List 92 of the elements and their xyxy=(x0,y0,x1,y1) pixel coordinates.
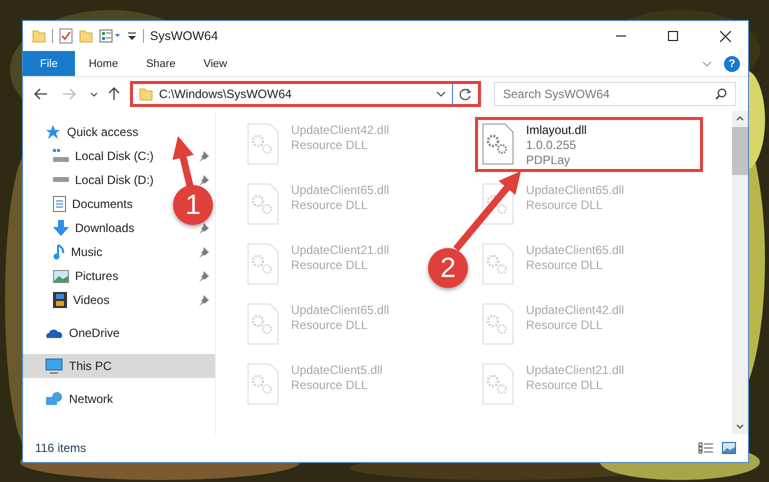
close-icon[interactable] xyxy=(720,30,731,42)
gear-file-icon xyxy=(482,243,514,285)
gear-file-icon xyxy=(247,363,279,405)
nav-label: Quick access xyxy=(67,125,138,139)
customize-dropdown-icon[interactable] xyxy=(127,31,137,41)
file-name: UpdateClient21.dll xyxy=(526,363,624,377)
gear-file-icon xyxy=(247,123,279,165)
file-item[interactable]: Imlayout.dll 1.0.0.255 PDPLay xyxy=(475,117,703,172)
recent-dropdown-icon[interactable] xyxy=(90,92,98,96)
music-note-icon xyxy=(53,244,65,260)
ribbon-tab[interactable]: Home xyxy=(74,51,132,76)
item-count: 116 items xyxy=(35,441,86,455)
gear-file-icon xyxy=(482,123,514,165)
cloud-icon xyxy=(45,327,63,339)
nav-label: Music xyxy=(71,245,102,259)
network-icon xyxy=(45,391,63,407)
folder-icon xyxy=(139,87,153,101)
nav-item[interactable]: Pictures xyxy=(23,264,215,288)
expand-ribbon-icon[interactable] xyxy=(702,60,712,66)
file-detail: Resource DLL xyxy=(291,198,369,212)
nav-item[interactable]: Quick access xyxy=(23,120,215,144)
file-detail: Resource DLL xyxy=(291,378,369,392)
nav-label: Documents xyxy=(72,197,133,211)
refresh-icon[interactable] xyxy=(459,88,472,100)
nav-label: Videos xyxy=(73,293,110,307)
nav-label: Local Disk (D:) xyxy=(75,173,154,187)
file-name: UpdateClient42.dll xyxy=(291,123,390,137)
chevron-down-icon[interactable] xyxy=(436,91,446,97)
scrollbar[interactable] xyxy=(732,111,748,434)
file-name: UpdateClient65.dll xyxy=(291,183,390,197)
file-detail: 1.0.0.255 xyxy=(526,138,578,152)
file-detail: Resource DLL xyxy=(526,318,604,332)
help-button[interactable]: ? xyxy=(724,56,740,72)
nav-label: Local Disk (C:) xyxy=(75,149,154,163)
properties-icon[interactable] xyxy=(99,29,121,43)
star-icon xyxy=(45,124,61,140)
file-name: UpdateClient5.dll xyxy=(291,363,382,377)
nav-label: Pictures xyxy=(75,269,118,283)
drive-icon xyxy=(53,177,69,183)
annotation-arrow xyxy=(172,136,194,187)
gear-file-icon xyxy=(247,303,279,345)
ribbon-tab[interactable]: Share xyxy=(132,51,190,76)
search-field[interactable]: Search SysWOW64 xyxy=(494,82,736,106)
nav-item[interactable]: Documents xyxy=(23,192,156,216)
ribbon-tab[interactable]: File xyxy=(23,51,75,76)
file-detail: Resource DLL xyxy=(291,138,369,152)
maximize-icon[interactable] xyxy=(668,31,678,41)
file-detail: PDPLay xyxy=(526,153,572,167)
pictures-icon xyxy=(53,270,69,282)
file-detail: Resource DLL xyxy=(291,258,369,272)
scroll-thumb[interactable] xyxy=(732,127,748,175)
download-icon xyxy=(53,220,69,236)
details-view-icon[interactable] xyxy=(698,442,714,454)
file-detail: Resource DLL xyxy=(526,258,604,272)
scroll-up-icon[interactable] xyxy=(736,116,744,121)
document-icon xyxy=(53,196,66,212)
back-icon[interactable] xyxy=(34,88,48,100)
nav-label: Downloads xyxy=(75,221,134,235)
checklist-icon[interactable] xyxy=(59,28,73,44)
drive-icon xyxy=(53,149,69,163)
gear-file-icon xyxy=(482,363,514,405)
file-name: UpdateClient42.dll xyxy=(526,303,624,317)
file-name: UpdateClient65.dll xyxy=(291,303,390,317)
file-name: UpdateClient65.dll xyxy=(526,243,624,257)
file-detail: Resource DLL xyxy=(526,378,604,392)
file-name: Imlayout.dll xyxy=(526,123,587,137)
file-name: UpdateClient21.dll xyxy=(291,243,390,257)
nav-label: Network xyxy=(69,392,114,406)
file-name: UpdateClient65.dll xyxy=(526,183,624,197)
file-detail: Resource DLL xyxy=(526,198,604,212)
nav-label: This PC xyxy=(69,359,112,373)
scroll-down-icon[interactable] xyxy=(736,424,744,429)
window-title: SysWOW64 xyxy=(150,29,218,43)
up-icon[interactable] xyxy=(108,87,120,101)
search-icon[interactable] xyxy=(715,88,727,100)
ribbon-tab[interactable]: View xyxy=(189,51,242,76)
nav-item[interactable]: Videos xyxy=(23,288,215,312)
large-icons-view-icon[interactable] xyxy=(722,442,736,454)
nav-item[interactable]: Local Disk (C:) xyxy=(23,144,215,168)
gear-file-icon xyxy=(247,183,279,225)
gear-file-icon xyxy=(482,303,514,345)
nav-item[interactable]: OneDrive xyxy=(23,321,215,345)
nav-item[interactable]: This PC xyxy=(23,354,215,378)
gear-file-icon xyxy=(247,243,279,285)
file-detail: Resource DLL xyxy=(291,318,369,332)
address-bar[interactable]: C:\Windows\SysWOW64 xyxy=(130,81,481,107)
monitor-icon xyxy=(45,358,63,374)
nav-item[interactable]: Network xyxy=(23,387,215,411)
film-icon xyxy=(53,292,67,308)
address-path: C:\Windows\SysWOW64 xyxy=(159,87,293,101)
nav-item[interactable]: Music xyxy=(23,240,215,264)
nav-label: OneDrive xyxy=(69,326,120,340)
